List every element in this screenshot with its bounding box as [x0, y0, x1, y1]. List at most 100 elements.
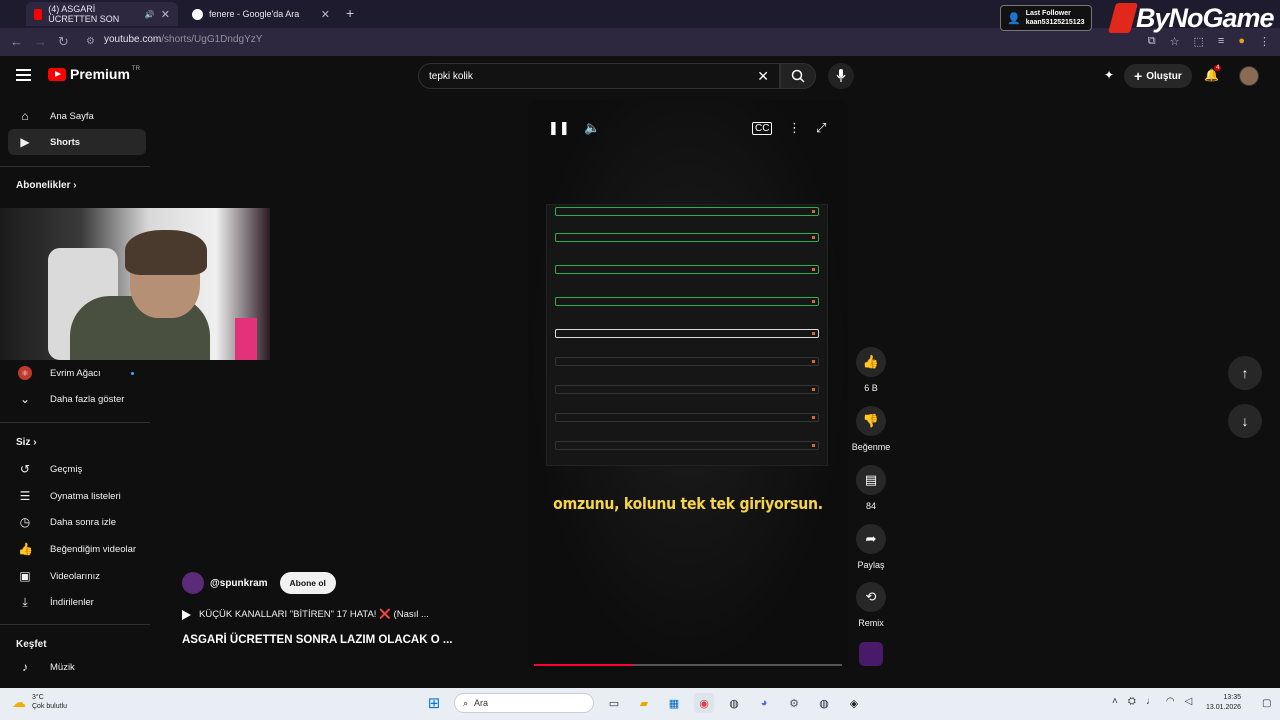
voice-search-button[interactable] [828, 63, 854, 89]
form-field [555, 379, 819, 394]
share-label: Paylaş [857, 560, 885, 570]
tab-youtube[interactable]: (4) ASGARİ ÜCRETTEN SON 🔊 ✕ [26, 2, 178, 26]
new-tab-button[interactable]: + [346, 5, 354, 21]
channel-avatar: ⚛ [18, 366, 32, 380]
weather-condition: Çok bulutlu [32, 703, 68, 710]
network-icon[interactable]: ⛭ [1128, 696, 1136, 707]
install-icon[interactable]: ⧉ [1148, 35, 1156, 48]
chevron-up-icon[interactable]: ˄ [1112, 696, 1118, 707]
form-field [555, 435, 819, 450]
you-heading[interactable]: Siz › [16, 437, 37, 448]
share-button[interactable]: ➦ Paylaş [851, 524, 891, 570]
channel-avatar[interactable] [182, 572, 204, 594]
sidebar-item-evrim-agaci[interactable]: ⚛ Evrim Ağacı [8, 360, 146, 386]
sidebar-item-label: Daha sonra izle [50, 516, 117, 528]
profile-icon[interactable]: ● [1238, 35, 1245, 48]
form-field [555, 291, 819, 306]
chrome-icon[interactable]: ◉ [694, 693, 714, 713]
sparkle-icon[interactable]: ✦ [1104, 68, 1114, 82]
previous-short-button[interactable]: ↑ [1228, 356, 1262, 390]
tab-title: fenere - Google'da Ara [209, 9, 300, 19]
dislike-button[interactable]: 👎 Beğenme [848, 406, 894, 452]
search-input[interactable] [429, 70, 729, 82]
volume-icon[interactable]: 🔈 [584, 120, 600, 136]
brand-name: ByNoGame [1136, 2, 1275, 33]
search-icon [791, 69, 805, 83]
speaker-icon[interactable]: ◁ [1185, 696, 1193, 707]
forward-icon[interactable]: → [34, 34, 47, 49]
fullscreen-icon[interactable]: ⤢ [816, 120, 826, 136]
task-view-icon[interactable]: ▭ [604, 693, 624, 713]
subscriptions-heading[interactable]: Abonelikler › [16, 180, 77, 191]
sidebar-item-your-videos[interactable]: ▣ Videolarınız [8, 563, 146, 589]
thumbs-up-icon: 👍 [856, 347, 886, 377]
sidebar-item-label: Ana Sayfa [50, 110, 94, 122]
next-short-button[interactable]: ↓ [1228, 404, 1262, 438]
microphone-icon [836, 69, 846, 82]
microphone-icon[interactable]: ♩ [1146, 696, 1156, 707]
linked-video[interactable]: KÜÇÜK KANALLARI "BİTİREN" 17 HATA! ❌ (Na… [182, 609, 429, 620]
steam-icon[interactable]: ◍ [724, 693, 744, 713]
discord-icon[interactable]: ◕ [754, 693, 774, 713]
site-info-icon[interactable]: ⚙ [86, 36, 95, 47]
shorts-player[interactable]: ❚❚ 🔈 CC ⋮ ⤢ omzunu, kolunu tek tek giriy… [528, 100, 848, 670]
webcam-person-hair [125, 230, 207, 275]
user-avatar[interactable] [1239, 66, 1259, 86]
youtube-logo[interactable]: Premium TR [48, 66, 140, 82]
sidebar-item-home[interactable]: ⌂ Ana Sayfa [8, 103, 146, 129]
speaker-icon[interactable]: 🔊 [145, 10, 155, 19]
tab-google[interactable]: fenere - Google'da Ara ✕ [184, 2, 338, 26]
steam-icon-2[interactable]: ◍ [814, 693, 834, 713]
bookmark-star-icon[interactable]: ☆ [1170, 35, 1180, 48]
sidebar-item-downloads[interactable]: ⤓ İndirilenler [8, 589, 146, 615]
video-caption: omzunu, kolunu tek tek giriyorsun. [553, 494, 823, 513]
subscribe-button[interactable]: Abone ol [279, 572, 336, 594]
video-meta: @spunkram Abone ol KÜÇÜK KANALLARI "BİTİ… [182, 572, 452, 646]
reload-icon[interactable]: ↻ [58, 34, 69, 50]
menu-dots-icon[interactable]: ⋮ [1259, 35, 1270, 48]
channel-thumbnail[interactable] [859, 642, 883, 666]
clock[interactable]: 13:35 13.01.2026 [1206, 693, 1241, 713]
menu-icon[interactable] [16, 69, 31, 81]
app-icon[interactable]: ◈ [844, 693, 864, 713]
captions-icon[interactable]: CC [752, 122, 773, 135]
video-icon: ▣ [19, 569, 31, 583]
more-options-icon[interactable]: ⋮ [788, 120, 801, 136]
channel-name[interactable]: @spunkram [210, 578, 268, 589]
plus-icon: + [1134, 68, 1143, 84]
music-note-icon: ♪ [22, 660, 28, 674]
sidebar-item-liked-videos[interactable]: 👍 Beğendiğim videolar [8, 536, 146, 562]
progress-bar[interactable] [534, 664, 842, 666]
clock-icon: ◷ [19, 515, 31, 529]
remix-button[interactable]: ⟲ Remix [851, 582, 891, 628]
comments-button[interactable]: ▤ 84 [851, 465, 891, 511]
create-button[interactable]: + Oluştur [1124, 64, 1192, 88]
close-tab-icon[interactable]: ✕ [161, 8, 170, 21]
close-tab-icon[interactable]: ✕ [321, 8, 330, 21]
store-icon[interactable]: ▦ [664, 693, 684, 713]
back-icon[interactable]: ← [10, 34, 23, 49]
sidebar-item-music[interactable]: ♪ Müzik [8, 654, 146, 680]
url-field[interactable]: youtube.com/shorts/UgG1DndgYzY [104, 34, 262, 45]
notification-center-icon[interactable]: ▢ [1262, 698, 1271, 709]
weather-widget[interactable]: ☁ 3°C Çok bulutlu [12, 693, 67, 711]
clear-search-icon[interactable]: ✕ [757, 68, 769, 85]
file-explorer-icon[interactable]: ▰ [634, 693, 654, 713]
like-button[interactable]: 👍 6 B [851, 347, 891, 393]
settings-gear-icon[interactable]: ⚙ [784, 693, 804, 713]
reading-list-icon[interactable]: ≡ [1218, 35, 1224, 48]
search-icon: ⌕ [463, 697, 469, 708]
video-title[interactable]: ASGARİ ÜCRETTEN SONRA LAZIM OLACAK O ... [182, 634, 452, 646]
extensions-icon[interactable]: ⬚ [1194, 35, 1204, 48]
progress-fill [534, 664, 633, 666]
taskbar-search[interactable]: ⌕ Ara [454, 693, 594, 713]
sidebar-item-history[interactable]: ↺ Geçmiş [8, 456, 146, 482]
sidebar-item-playlists[interactable]: ☰ Oynatma listeleri [8, 483, 146, 509]
search-button[interactable] [780, 63, 816, 89]
wifi-icon[interactable]: ◠ [1166, 696, 1175, 707]
pause-icon[interactable]: ❚❚ [548, 120, 570, 136]
sidebar-item-watch-later[interactable]: ◷ Daha sonra izle [8, 509, 146, 535]
sidebar-item-shorts[interactable]: ▶ Shorts [8, 129, 146, 155]
windows-start-icon[interactable]: ⊞ [424, 693, 444, 713]
sidebar-item-show-more[interactable]: ⌄ Daha fazla göster [8, 386, 146, 412]
